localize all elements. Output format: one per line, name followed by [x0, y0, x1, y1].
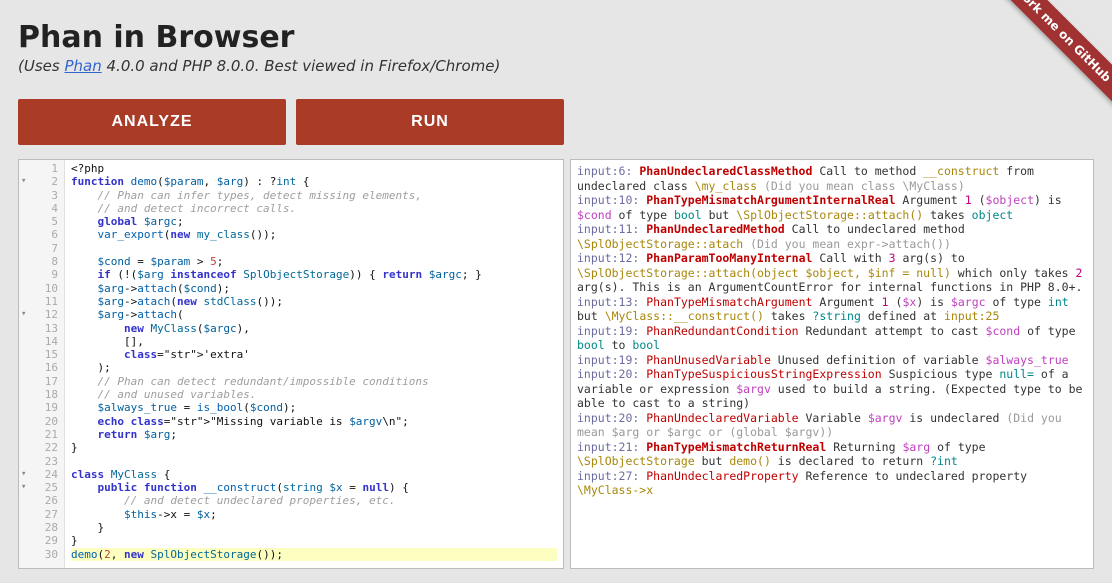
code-line	[71, 242, 557, 255]
line-gutter: 1234567891011121314151617181920212223242…	[19, 160, 65, 568]
code-line: }	[71, 521, 557, 534]
phan-link[interactable]: Phan	[64, 57, 101, 75]
button-row: ANALYZE RUN	[18, 99, 1094, 145]
code-line: // and unused variables.	[71, 388, 557, 401]
code-line: // and detect undeclared properties, etc…	[71, 494, 557, 507]
code-line: public function __construct(string $x = …	[71, 481, 557, 494]
code-line: // and detect incorrect calls.	[71, 202, 557, 215]
code-line: <?php	[71, 162, 557, 175]
code-line: demo(2, new SplObjectStorage());	[71, 548, 557, 561]
code-line: global $argc;	[71, 215, 557, 228]
code-line: class="str">'extra'	[71, 348, 557, 361]
code-line	[71, 455, 557, 468]
code-editor[interactable]: 1234567891011121314151617181920212223242…	[18, 159, 564, 569]
code-line: }	[71, 534, 557, 547]
run-button[interactable]: RUN	[296, 99, 564, 145]
code-line: $cond = $param > 5;	[71, 255, 557, 268]
code-line: [],	[71, 335, 557, 348]
subtitle-post: 4.0.0 and PHP 8.0.0. Best viewed in Fire…	[102, 57, 501, 75]
main-container: Phan in Browser (Uses Phan 4.0.0 and PHP…	[0, 0, 1112, 569]
code-line: $arg->atach(new stdClass());	[71, 295, 557, 308]
code-line: $arg->attach(	[71, 308, 557, 321]
code-line: $always_true = is_bool($cond);	[71, 401, 557, 414]
code-line: $arg->attach($cond);	[71, 282, 557, 295]
code-line: var_export(new my_class());	[71, 228, 557, 241]
panels: 1234567891011121314151617181920212223242…	[18, 159, 1094, 569]
code-line: new MyClass($argc),	[71, 322, 557, 335]
code-line: class MyClass {	[71, 468, 557, 481]
code-line: if (!($arg instanceof SplObjectStorage))…	[71, 268, 557, 281]
code-line: echo class="str">"Missing variable is $a…	[71, 415, 557, 428]
code-area[interactable]: <?phpfunction demo($param, $arg) : ?int …	[65, 160, 563, 568]
code-line: return $arg;	[71, 428, 557, 441]
subtitle-pre: (Uses	[18, 57, 64, 75]
code-line: $this->x = $x;	[71, 508, 557, 521]
code-line: // Phan can infer types, detect missing …	[71, 189, 557, 202]
code-line: // Phan can detect redundant/impossible …	[71, 375, 557, 388]
code-line: function demo($param, $arg) : ?int {	[71, 175, 557, 188]
analyze-button[interactable]: ANALYZE	[18, 99, 286, 145]
output-panel: input:6: PhanUndeclaredClassMethod Call …	[570, 159, 1094, 569]
subtitle: (Uses Phan 4.0.0 and PHP 8.0.0. Best vie…	[18, 57, 1094, 75]
code-line: );	[71, 361, 557, 374]
code-line: }	[71, 441, 557, 454]
page-title: Phan in Browser	[18, 20, 1094, 55]
